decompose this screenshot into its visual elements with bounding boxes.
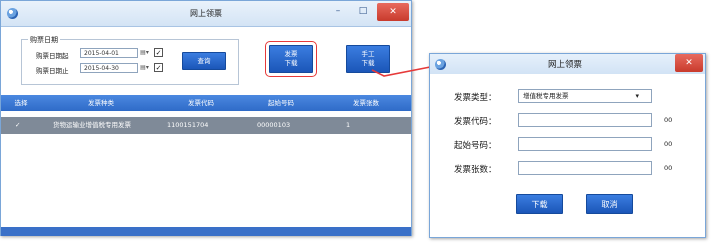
row-select-checkbox[interactable]: ✓ <box>15 117 29 134</box>
row-invoice-type: 货物运输业增值税专用发票 <box>53 121 131 129</box>
invoice-code-label: 发票代码： <box>454 117 497 127</box>
column-header-select[interactable]: 选择 <box>1 95 41 111</box>
start-date-calendar-icon[interactable]: ▤▾ <box>139 48 150 58</box>
invoice-type-select[interactable]: 增值税专用发票 ▾ <box>518 89 652 103</box>
online-claim-dialog: 网上领票 ✕ 发票类型： 增值税专用发票 ▾ 发票代码： 00 起始号码： 00… <box>429 53 706 238</box>
start-date-field[interactable]: 2015-04-01 <box>80 48 138 58</box>
purchase-date-legend: 购票日期 <box>28 35 60 45</box>
invoice-count-field[interactable] <box>518 161 652 175</box>
row-invoice-count: 1 <box>346 121 351 129</box>
start-number-label: 起始号码： <box>454 141 497 151</box>
dialog-download-button[interactable]: 下载 <box>516 194 563 214</box>
start-date-label: 购票日期起 <box>36 52 69 60</box>
invoice-code-suffix: 00 <box>664 116 673 124</box>
main-window-title: 网上领票 <box>190 9 222 18</box>
dialog-cancel-button[interactable]: 取消 <box>586 194 633 214</box>
invoice-table-header: 选择 发票种类 发票代码 起始号码 发票张数 <box>1 95 411 111</box>
column-header-code[interactable]: 发票代码 <box>161 95 241 111</box>
dialog-close-button[interactable]: ✕ <box>675 54 703 72</box>
minimize-button[interactable]: – <box>326 3 350 21</box>
invoice-count-label: 发票张数： <box>454 165 497 175</box>
column-header-type[interactable]: 发票种类 <box>41 95 161 111</box>
row-start-number: 00000103 <box>257 121 291 129</box>
column-header-count[interactable]: 发票张数 <box>321 95 411 111</box>
maximize-button[interactable]: □ <box>351 3 375 21</box>
query-button[interactable]: 查询 <box>182 52 226 70</box>
dialog-title: 网上领票 <box>547 60 582 70</box>
row-invoice-code: 1100151704 <box>167 121 209 129</box>
status-bar <box>1 227 411 236</box>
table-row[interactable]: ✓ 货物运输业增值税专用发票 1100151704 00000103 1 <box>1 117 411 134</box>
end-date-field[interactable]: 2015-04-30 <box>80 63 138 73</box>
invoice-download-label-line1: 发票 <box>284 50 298 58</box>
dialog-titlebar: 网上领票 ✕ <box>430 54 705 74</box>
main-window-titlebar: 网上领票 – □ ✕ <box>1 1 411 27</box>
invoice-type-value: 增值税专用发票 <box>523 92 569 100</box>
start-date-checkbox[interactable]: ✓ <box>154 48 163 57</box>
close-button[interactable]: ✕ <box>377 3 409 21</box>
invoice-download-button[interactable]: 发票 下载 <box>265 41 317 77</box>
start-number-field[interactable] <box>518 137 652 151</box>
invoice-type-label: 发票类型： <box>454 93 497 103</box>
dialog-app-icon <box>435 59 446 70</box>
purchase-date-group: 购票日期 购票日期起 2015-04-01 ▤▾ ✓ 购票日期止 2015-04… <box>21 35 239 85</box>
start-number-suffix: 00 <box>664 140 673 148</box>
end-date-calendar-icon[interactable]: ▤▾ <box>139 63 150 73</box>
main-window: 网上领票 – □ ✕ 购票日期 购票日期起 2015-04-01 ▤▾ ✓ 购票… <box>0 0 412 236</box>
invoice-count-suffix: 00 <box>664 164 673 172</box>
chevron-down-icon: ▾ <box>635 92 639 100</box>
end-date-label: 购票日期止 <box>36 67 69 75</box>
app-icon <box>7 8 18 19</box>
invoice-code-field[interactable] <box>518 113 652 127</box>
invoice-download-label-line2: 下载 <box>284 59 298 67</box>
end-date-checkbox[interactable]: ✓ <box>154 63 163 72</box>
column-header-start-number[interactable]: 起始号码 <box>241 95 321 111</box>
